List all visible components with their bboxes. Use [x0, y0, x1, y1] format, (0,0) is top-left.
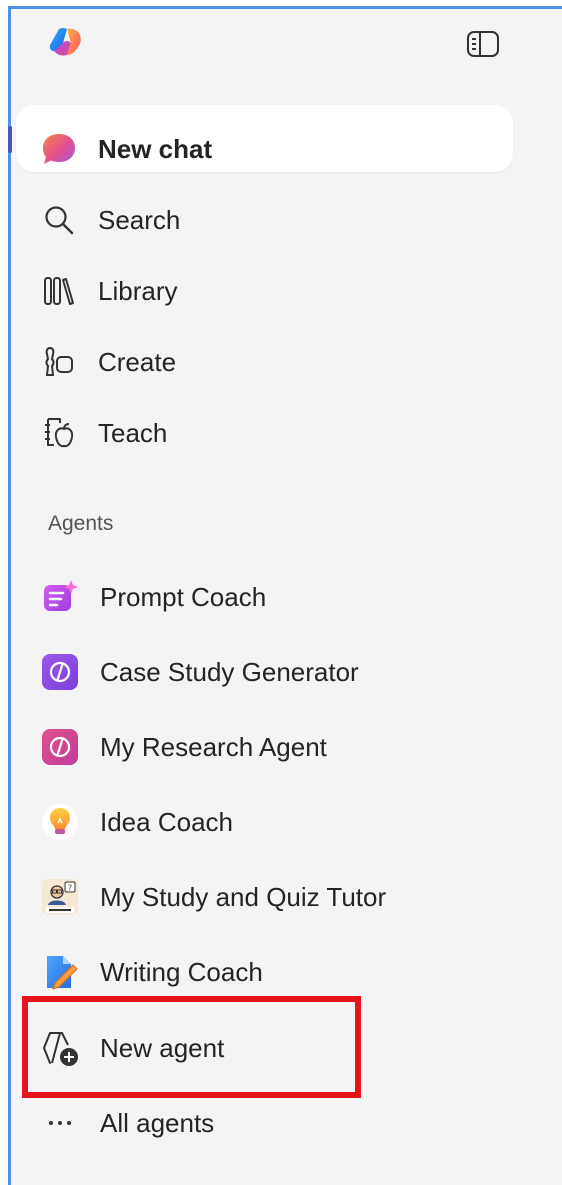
- agent-writing-coach[interactable]: Writing Coach: [40, 947, 263, 997]
- prompt-coach-icon: [40, 577, 80, 617]
- svg-text:?: ?: [68, 884, 72, 893]
- new-chat-icon: [40, 130, 78, 168]
- agent-label: My Study and Quiz Tutor: [100, 881, 387, 912]
- agent-my-study-and-quiz-tutor[interactable]: ? My Study and Quiz Tutor: [40, 872, 386, 922]
- search-label: Search: [98, 204, 181, 235]
- agent-label: Prompt Coach: [100, 581, 267, 612]
- agent-code-icon: [40, 727, 80, 767]
- library-icon: [40, 272, 78, 310]
- agent-label: Case Study Generator: [100, 656, 359, 687]
- quiz-tutor-icon: ?: [40, 877, 80, 917]
- sidebar-toggle-button[interactable]: [465, 29, 501, 59]
- create-label: Create: [98, 346, 177, 377]
- agent-idea-coach[interactable]: Idea Coach: [40, 797, 233, 847]
- all-agents-button[interactable]: All agents: [40, 1098, 214, 1148]
- create-button[interactable]: Create: [40, 337, 176, 387]
- all-agents-label: All agents: [100, 1107, 215, 1138]
- agent-label: My Research Agent: [100, 731, 327, 762]
- more-icon: [40, 1103, 80, 1143]
- teach-button[interactable]: Teach: [40, 408, 167, 458]
- agent-prompt-coach[interactable]: Prompt Coach: [40, 572, 266, 622]
- active-indicator: [8, 126, 12, 153]
- copilot-logo-icon[interactable]: [45, 25, 87, 61]
- lightbulb-icon: [40, 802, 80, 842]
- library-label: Library: [98, 275, 178, 306]
- create-icon: [40, 343, 78, 381]
- highlight-box: [22, 996, 361, 1098]
- agent-label: Writing Coach: [100, 956, 263, 987]
- agent-my-research-agent[interactable]: My Research Agent: [40, 722, 327, 772]
- teach-icon: [40, 414, 78, 452]
- writing-icon: [40, 952, 80, 992]
- search-icon: [40, 201, 78, 239]
- search-button[interactable]: Search: [40, 195, 180, 245]
- new-chat-label: New chat: [98, 133, 213, 164]
- agent-code-icon: [40, 652, 80, 692]
- agent-case-study-generator[interactable]: Case Study Generator: [40, 647, 359, 697]
- agent-label: Idea Coach: [100, 806, 233, 837]
- agents-section-label: Agents: [48, 512, 114, 535]
- new-chat-button[interactable]: New chat: [40, 124, 212, 174]
- sidebar-toggle-icon: [467, 31, 499, 57]
- teach-label: Teach: [98, 417, 168, 448]
- library-button[interactable]: Library: [40, 266, 177, 316]
